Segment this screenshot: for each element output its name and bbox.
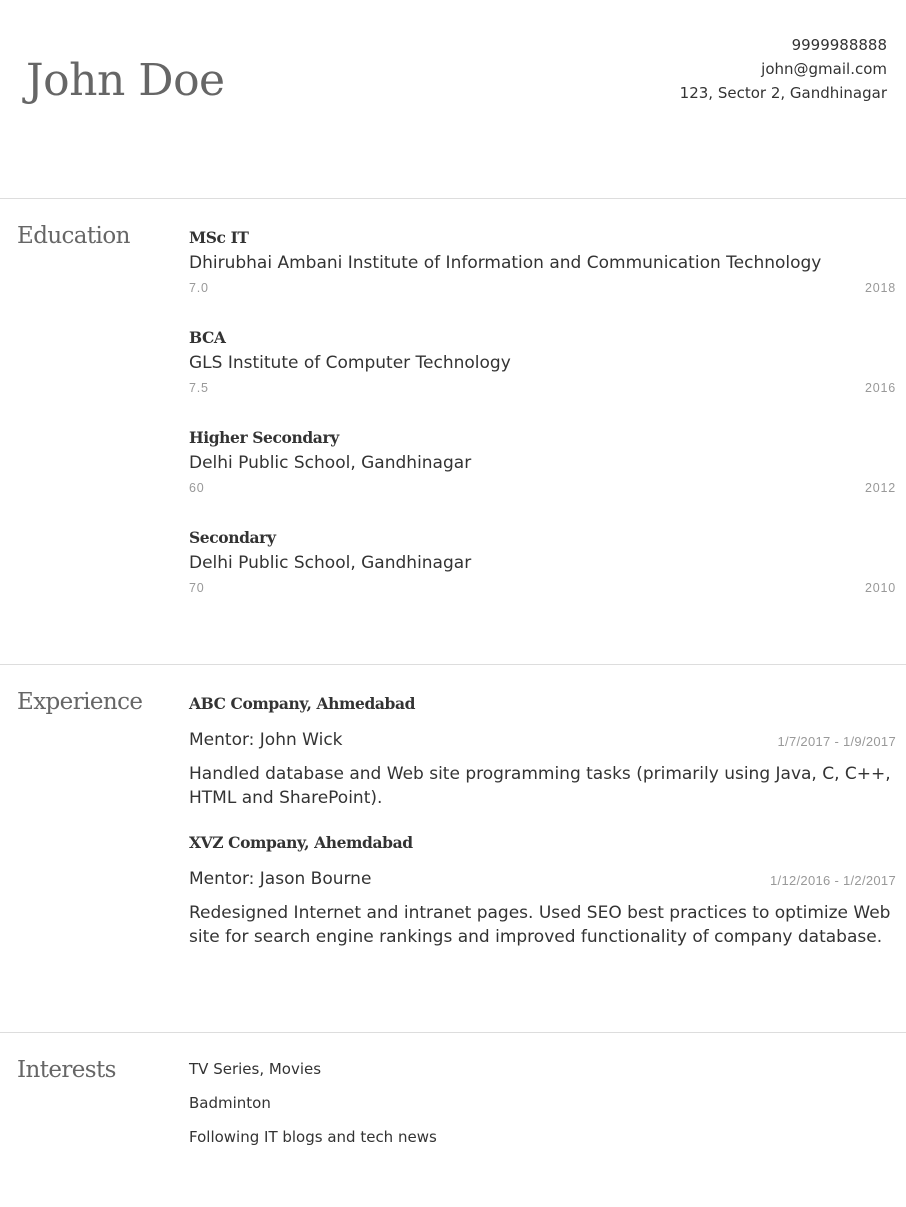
education-school: Delhi Public School, Gandhinagar [189,553,472,573]
education-grade: 70 [189,581,205,595]
education-item: MSc IT Dhirubhai Ambani Institute of Inf… [189,228,896,308]
education-item: Higher Secondary Delhi Public School, Ga… [189,428,896,508]
contact-address: 123, Sector 2, Gandhinagar [679,84,887,102]
interest-item: TV Series, Movies [189,1060,322,1078]
experience-dates: 1/12/2016 - 1/2/2017 [770,873,896,888]
experience-list: ABC Company, Ahmedabad Mentor: John Wick… [189,694,896,1014]
experience-company: XVZ Company, Ahemdabad [189,833,413,852]
resume-header: John Doe 9999988888 john@gmail.com 123, … [0,0,906,199]
contact-block: 9999988888 john@gmail.com 123, Sector 2,… [680,33,887,105]
experience-mentor: Mentor: Jason Bourne [189,869,372,889]
experience-description: Redesigned Internet and intranet pages. … [189,903,891,947]
section-title-education: Education [17,223,130,249]
interests-section: Interests TV Series, Movies Badminton Fo… [0,1033,906,1207]
education-year: 2012 [864,481,896,495]
education-list: MSc IT Dhirubhai Ambani Institute of Inf… [189,228,896,648]
education-degree: Higher Secondary [189,428,339,447]
education-year: 2016 [864,381,896,395]
education-item: BCA GLS Institute of Computer Technology… [189,328,896,408]
education-year: 2018 [864,281,896,295]
experience-company: ABC Company, Ahmedabad [189,694,416,713]
experience-dates: 1/7/2017 - 1/9/2017 [777,734,896,749]
education-item: Secondary Delhi Public School, Gandhinag… [189,528,896,608]
education-degree: BCA [189,328,226,347]
education-school: GLS Institute of Computer Technology [189,353,511,373]
interest-item: Following IT blogs and tech news [189,1128,437,1146]
contact-email: john@gmail.com [761,60,887,78]
education-grade: 60 [189,481,205,495]
education-grade: 7.0 [189,281,209,295]
experience-description: Handled database and Web site programmin… [189,764,891,808]
experience-section: Experience ABC Company, Ahmedabad Mentor… [0,665,906,1033]
interests-list: TV Series, Movies Badminton Following IT… [189,1060,896,1180]
section-title-experience: Experience [17,689,143,715]
experience-item: XVZ Company, Ahemdabad Mentor: Jason Bou… [189,833,896,983]
section-title-interests: Interests [17,1057,116,1083]
experience-mentor: Mentor: John Wick [189,730,343,750]
education-degree: Secondary [189,528,276,547]
education-section: Education MSc IT Dhirubhai Ambani Instit… [0,199,906,665]
education-year: 2010 [864,581,896,595]
education-school: Delhi Public School, Gandhinagar [189,453,472,473]
education-grade: 7.5 [189,381,209,395]
experience-item: ABC Company, Ahmedabad Mentor: John Wick… [189,694,896,814]
contact-phone: 9999988888 [791,36,887,54]
education-degree: MSc IT [189,228,249,247]
interest-item: Badminton [189,1094,271,1112]
person-name: John Doe [26,55,225,106]
education-school: Dhirubhai Ambani Institute of Informatio… [189,253,822,273]
